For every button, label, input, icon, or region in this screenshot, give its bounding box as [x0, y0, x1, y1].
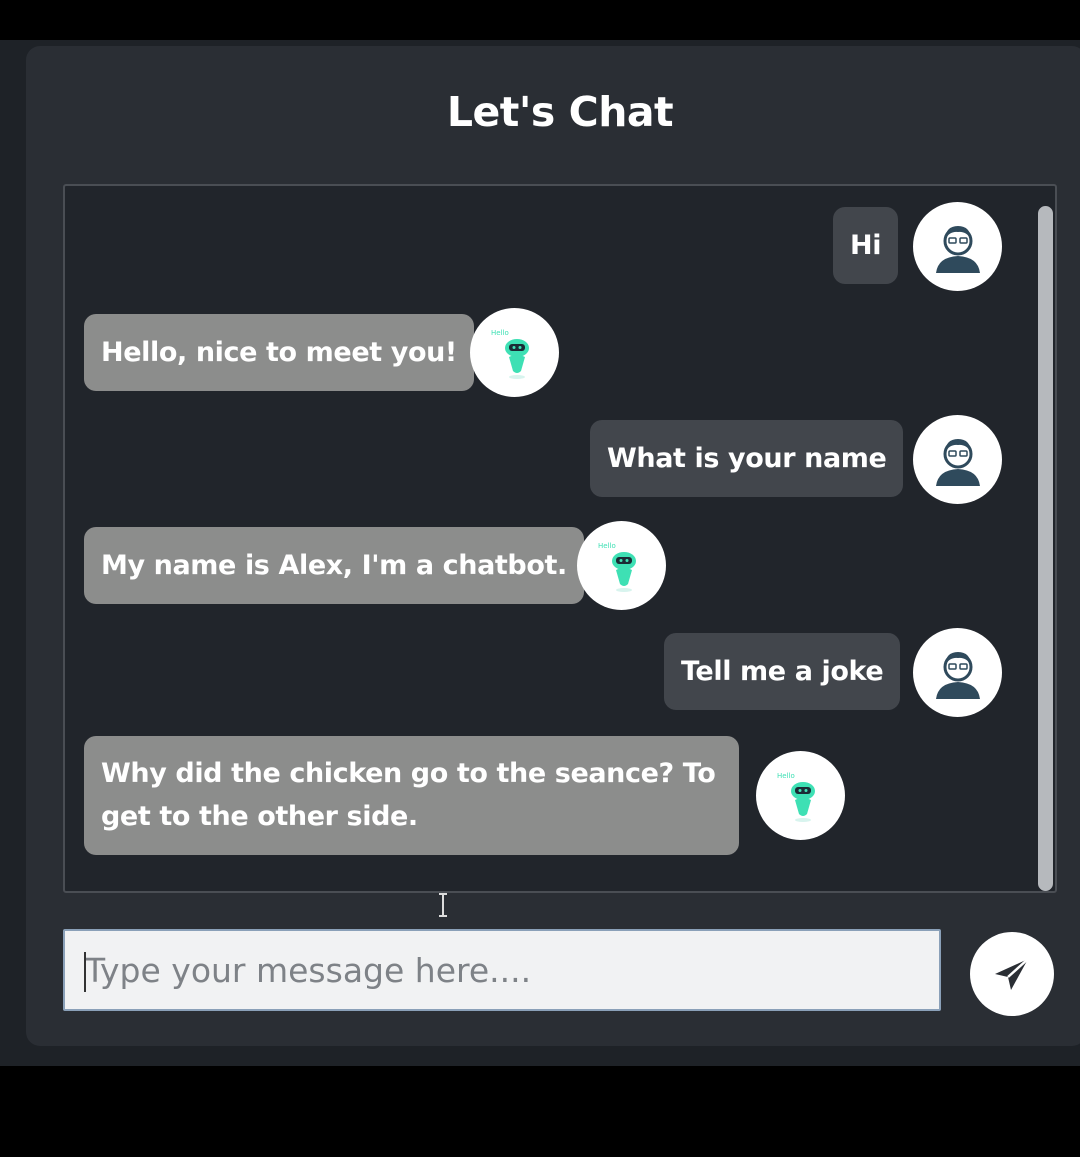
svg-text:Hello: Hello — [777, 772, 795, 780]
bot-avatar-icon: Hello — [470, 308, 559, 397]
send-icon — [995, 958, 1029, 990]
bot-avatar-icon: Hello — [577, 521, 666, 610]
message-text: What is your name — [607, 443, 887, 474]
user-avatar-icon — [913, 202, 1002, 291]
svg-text:Hello: Hello — [598, 542, 616, 550]
message-text: Hi — [850, 230, 882, 261]
bot-avatar-icon: Hello — [756, 751, 845, 840]
text-cursor-icon — [439, 893, 447, 917]
bot-message-bubble: Why did the chicken go to the seance? To… — [84, 736, 739, 855]
message-text: My name is Alex, I'm a chatbot. — [101, 550, 567, 581]
user-avatar-icon — [913, 415, 1002, 504]
message-text: Why did the chicken go to the seance? To… — [101, 758, 716, 832]
message-input[interactable] — [63, 929, 941, 1011]
user-avatar-icon — [913, 628, 1002, 717]
user-message-bubble: Hi — [833, 207, 899, 284]
page-title: Let's Chat — [446, 88, 674, 136]
scrollbar-thumb[interactable] — [1038, 206, 1053, 891]
user-message-bubble: What is your name — [590, 420, 904, 497]
send-button[interactable] — [970, 932, 1054, 1016]
input-caret — [84, 952, 86, 992]
svg-text:Hello: Hello — [491, 329, 509, 337]
message-text: Hello, nice to meet you! — [101, 337, 457, 368]
bot-message-bubble: My name is Alex, I'm a chatbot. — [84, 527, 584, 604]
message-text: Tell me a joke — [681, 656, 884, 687]
user-message-bubble: Tell me a joke — [664, 633, 901, 710]
bot-message-bubble: Hello, nice to meet you! — [84, 314, 474, 391]
